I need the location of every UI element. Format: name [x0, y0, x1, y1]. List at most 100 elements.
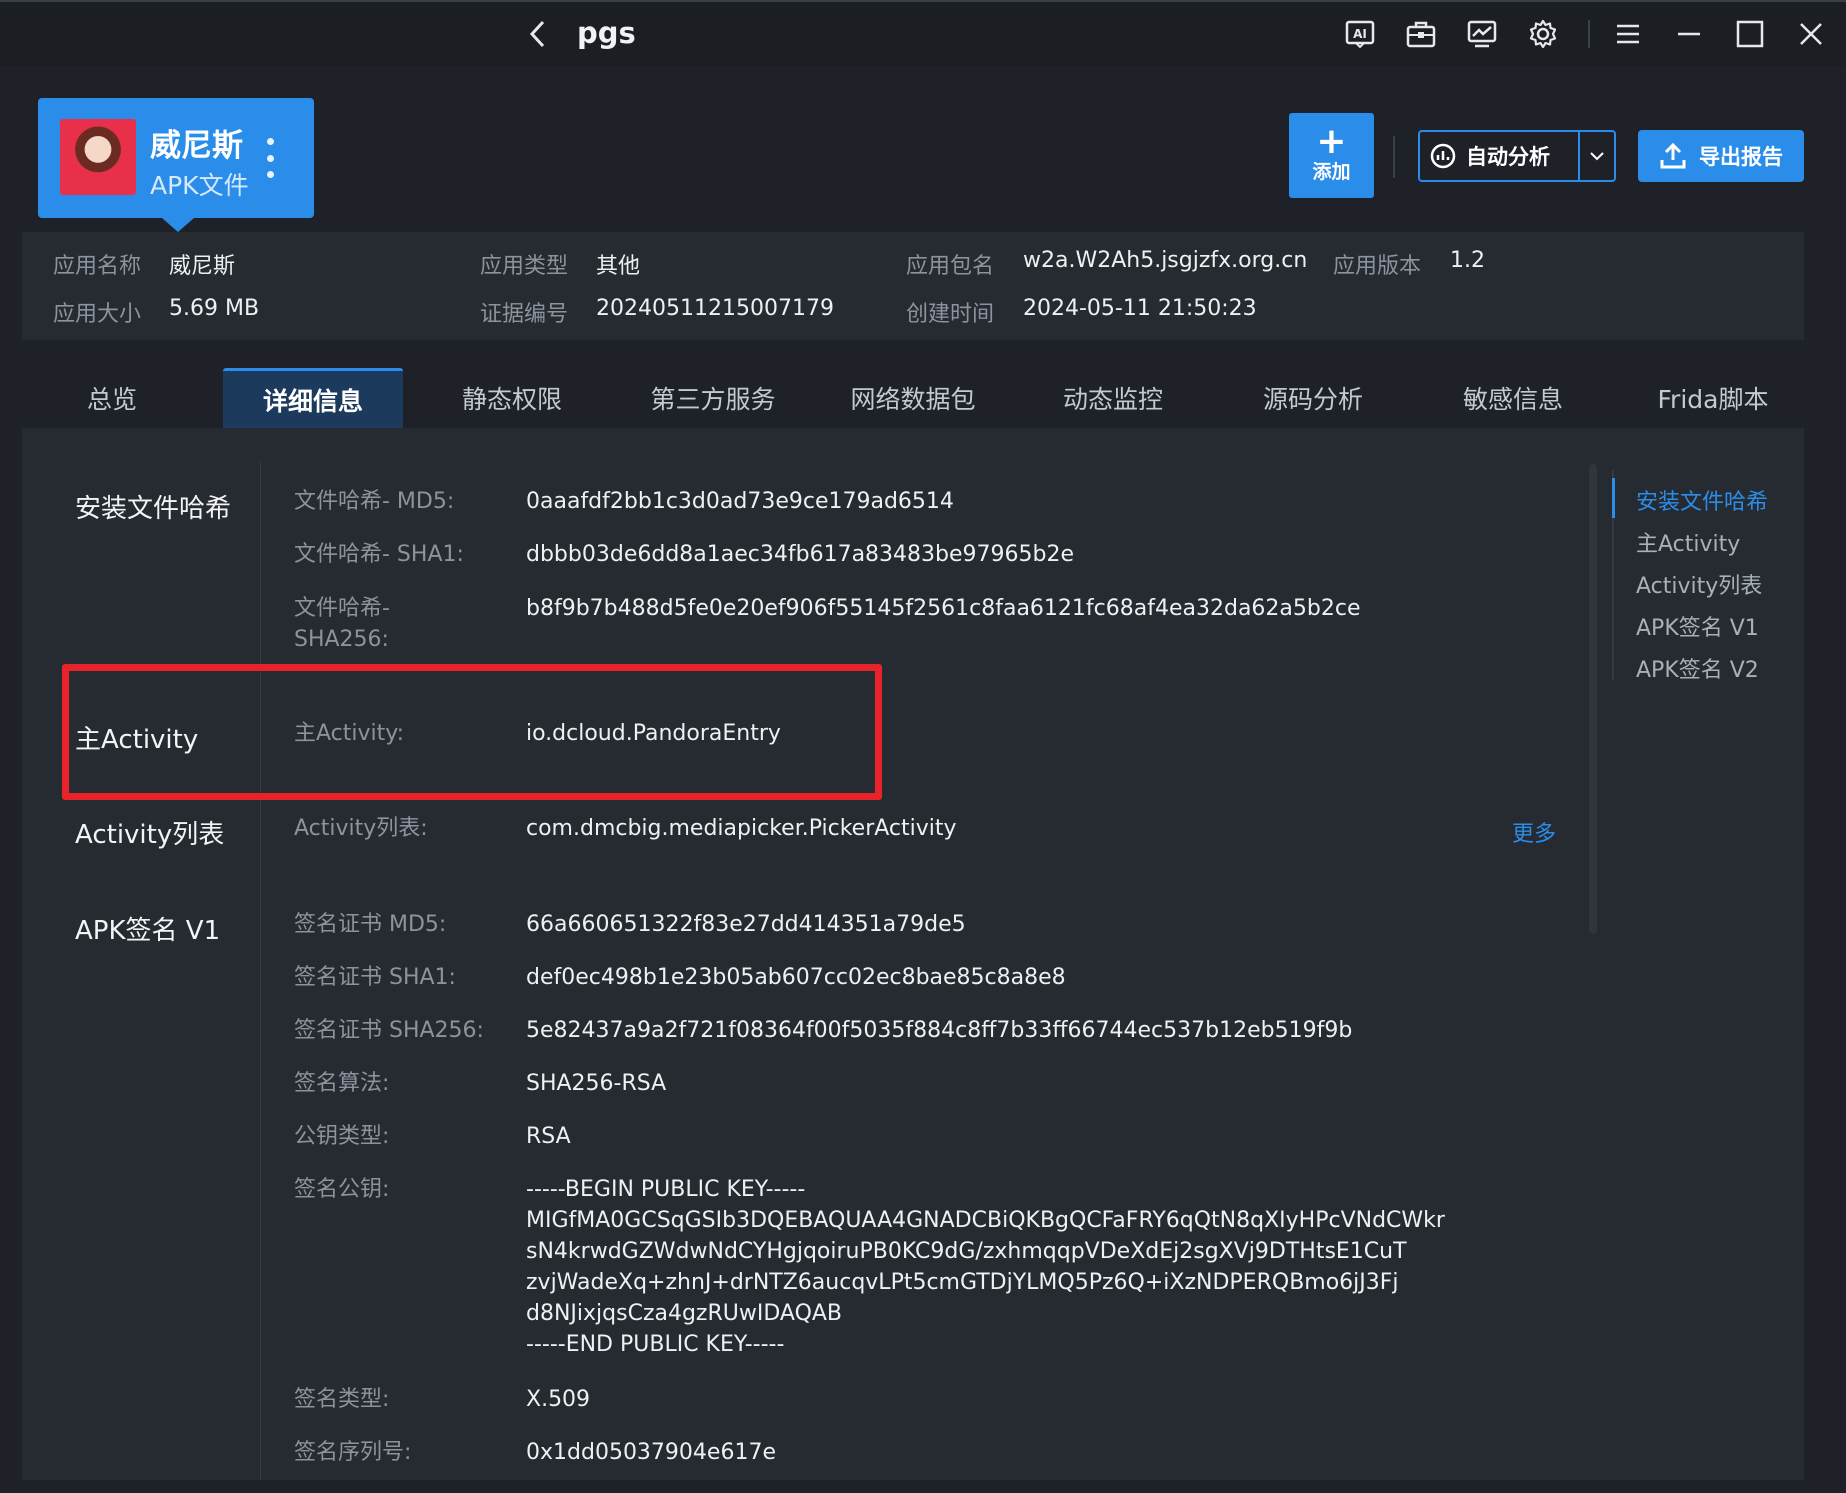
field-value: X.509: [526, 1387, 591, 1412]
scrollbar[interactable]: [1589, 464, 1597, 934]
window-title: pgs: [577, 16, 636, 50]
title-bar: pgs AI: [0, 0, 1846, 66]
ai-icon[interactable]: AI: [1340, 14, 1380, 54]
upload-icon: [1659, 142, 1687, 170]
app-avatar: [60, 119, 136, 195]
close-icon[interactable]: [1791, 14, 1831, 54]
info-evidence-id: 证据编号 20240511215007179: [480, 296, 834, 328]
field-value: com.dmcbig.mediapicker.PickerActivity: [526, 816, 957, 841]
anchor-main-activity[interactable]: 主Activity: [1636, 526, 1740, 558]
field-label: 文件哈希- SHA1:: [294, 542, 464, 567]
details-content: 安装文件哈希 文件哈希- MD5: 0aaafdf2bb1c3d0ad73e9c…: [22, 428, 1804, 1480]
public-key-line: zvjWadeXq+zhnJ+drNTZ6aucqvLPt5cmGTDjYLMQ…: [526, 1270, 1399, 1295]
app-name: 威尼斯: [150, 128, 243, 164]
info-value: 其他: [596, 254, 641, 279]
back-button[interactable]: [520, 14, 556, 54]
more-link[interactable]: 更多: [1512, 816, 1556, 848]
field-label: 文件哈希- MD5:: [294, 489, 455, 514]
info-label: 应用大小: [53, 302, 142, 327]
field-value: 5e82437a9a2f721f08364f00f5035f884c8ff7b3…: [526, 1018, 1353, 1043]
anchor-hash[interactable]: 安装文件哈希: [1636, 484, 1768, 516]
header-divider: [1393, 136, 1395, 178]
field-value: def0ec498b1e23b05ab607cc02ec8bae85c8a8e8: [526, 965, 1066, 990]
info-label: 证据编号: [480, 302, 569, 327]
anchor-activity-list[interactable]: Activity列表: [1636, 568, 1762, 600]
app-card[interactable]: 威尼斯 APK文件: [38, 98, 314, 232]
highlight-box: [62, 664, 882, 800]
info-label: 应用名称: [53, 254, 142, 279]
tab-frida-script[interactable]: Frida脚本: [1623, 368, 1803, 428]
public-key-line: sN4krwdGZWdwNdCYHgjqoiruPB0KC9dG/zxhmqqp…: [526, 1239, 1407, 1264]
anchor-nav-indicator: [1612, 478, 1615, 518]
info-app-category: 应用类型 其他: [480, 248, 640, 280]
tab-sensitive-info[interactable]: 敏感信息: [1423, 368, 1603, 428]
field-value: dbbb03de6dd8a1aec34fb617a83483be97965b2e: [526, 542, 1075, 567]
field-label: 签名算法:: [294, 1071, 390, 1096]
auto-analyze-button[interactable]: 自动分析: [1418, 130, 1616, 182]
field-label: 公钥类型:: [294, 1124, 390, 1149]
field-value: 0aaafdf2bb1c3d0ad73e9ce179ad6514: [526, 489, 954, 514]
info-value: 1.2: [1450, 248, 1485, 273]
field-label: 签名公钥:: [294, 1177, 390, 1202]
auto-analyze-label: 自动分析: [1466, 145, 1550, 169]
more-vertical-icon[interactable]: [262, 138, 278, 178]
anchor-sign-v1[interactable]: APK签名 V1: [1636, 610, 1759, 642]
menu-icon[interactable]: [1608, 14, 1648, 54]
section-title-sign-v1: APK签名 V1: [75, 916, 221, 946]
export-report-label: 导出报告: [1699, 145, 1783, 169]
app-type: APK文件: [150, 171, 249, 200]
info-value: 威尼斯: [169, 254, 236, 279]
tab-source-analysis[interactable]: 源码分析: [1223, 368, 1403, 428]
add-button-label: 添加: [1312, 161, 1351, 183]
tab-third-party[interactable]: 第三方服务: [623, 368, 803, 428]
field-label: Activity列表:: [294, 816, 428, 841]
chevron-down-icon[interactable]: [1578, 132, 1614, 180]
plus-icon: +: [1316, 121, 1347, 162]
field-value: RSA: [526, 1124, 571, 1149]
info-label: 应用版本: [1333, 254, 1422, 279]
public-key-block: -----BEGIN PUBLIC KEY----- MIGfMA0GCSqGS…: [526, 1174, 1445, 1360]
tab-overview[interactable]: 总览: [22, 368, 202, 428]
field-label: 签名类型:: [294, 1387, 390, 1412]
field-value: SHA256-RSA: [526, 1071, 667, 1096]
info-package: 应用包名 w2a.W2Ah5.jsgjzfx.org.cn: [906, 248, 1307, 280]
toolbox-icon[interactable]: [1401, 14, 1441, 54]
minimize-icon[interactable]: [1669, 14, 1709, 54]
monitor-chart-icon[interactable]: [1462, 14, 1502, 54]
tab-network-packets[interactable]: 网络数据包: [823, 368, 1003, 428]
section-title-activity-list: Activity列表: [75, 820, 225, 850]
tab-static-permissions[interactable]: 静态权限: [422, 368, 602, 428]
info-app-name: 应用名称 威尼斯: [53, 248, 235, 280]
section-divider: [260, 462, 261, 1480]
public-key-line: MIGfMA0GCSqGSIb3DQEBAQUAA4GNADCBiQKBgQCF…: [526, 1208, 1445, 1233]
tab-bar: 总览 详细信息 静态权限 第三方服务 网络数据包 动态监控 源码分析 敏感信息 …: [22, 368, 1804, 428]
info-label: 应用类型: [480, 254, 569, 279]
tab-details[interactable]: 详细信息: [223, 368, 403, 428]
info-size: 应用大小 5.69 MB: [53, 296, 259, 328]
svg-text:AI: AI: [1353, 27, 1367, 41]
info-value: 2024-05-11 21:50:23: [1023, 296, 1257, 321]
tab-dynamic-monitor[interactable]: 动态监控: [1023, 368, 1203, 428]
field-label: 签名序列号:: [294, 1440, 412, 1465]
info-value: 5.69 MB: [169, 296, 260, 321]
app-info-panel: 应用名称 威尼斯 应用类型 其他 应用包名 w2a.W2Ah5.jsgjzfx.…: [22, 232, 1804, 340]
titlebar-divider: [1588, 20, 1590, 48]
field-value: 0x1dd05037904e617e: [526, 1440, 776, 1465]
analysis-icon: [1420, 142, 1466, 170]
info-version: 应用版本 1.2: [1333, 248, 1485, 280]
add-button[interactable]: + 添加: [1289, 113, 1374, 198]
info-label: 创建时间: [906, 302, 995, 327]
anchor-sign-v2[interactable]: APK签名 V2: [1636, 652, 1759, 684]
info-label: 应用包名: [906, 254, 995, 279]
gear-icon[interactable]: [1523, 14, 1563, 54]
field-label: 签名证书 SHA1:: [294, 965, 456, 990]
public-key-line: d8NJixjqsCza4gzRUwIDAQAB: [526, 1301, 843, 1326]
section-title-hash: 安装文件哈希: [75, 494, 232, 524]
info-created-time: 创建时间 2024-05-11 21:50:23: [906, 296, 1257, 328]
export-report-button[interactable]: 导出报告: [1638, 130, 1804, 182]
chevron-left-icon: [529, 20, 545, 48]
maximize-icon[interactable]: [1730, 14, 1770, 54]
info-value: w2a.W2Ah5.jsgjzfx.org.cn: [1023, 248, 1308, 273]
public-key-line: -----BEGIN PUBLIC KEY-----: [526, 1177, 806, 1202]
field-label: 签名证书 MD5:: [294, 912, 447, 937]
